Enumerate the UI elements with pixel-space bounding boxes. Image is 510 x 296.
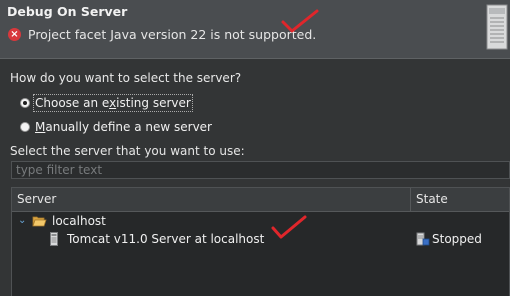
server-banner-icon: [486, 4, 508, 50]
selection-prompt: How do you want to select the server?: [10, 71, 242, 85]
tree-group-label[interactable]: localhost: [52, 212, 106, 230]
dialog-title: Debug On Server: [7, 4, 128, 19]
tree-row-tomcat[interactable]: Tomcat v11.0 Server at localhost Stopped: [12, 230, 509, 248]
tree-row-localhost[interactable]: ⌄ localhost: [12, 212, 509, 230]
red-check-annotation: [281, 9, 319, 33]
error-icon: ×: [8, 28, 21, 41]
folder-open-icon: [32, 216, 47, 227]
column-header-server[interactable]: Server: [12, 188, 411, 211]
column-header-state[interactable]: State: [411, 188, 509, 211]
radio-label-existing[interactable]: Choose an existing server: [33, 94, 193, 112]
error-message: Project facet Java version 22 is not sup…: [28, 27, 317, 42]
stopped-state-icon: [416, 232, 430, 246]
server-name[interactable]: Tomcat v11.0 Server at localhost: [67, 230, 264, 248]
filter-input[interactable]: [11, 161, 510, 179]
table-header: Server State: [12, 188, 509, 212]
radio-label-manual[interactable]: Manually define a new server: [35, 120, 212, 134]
server-state: Stopped: [432, 232, 482, 246]
server-list-label: Select the server that you want to use:: [10, 144, 245, 158]
radio-button-manual[interactable]: [20, 122, 30, 132]
radio-button-existing[interactable]: [20, 98, 30, 108]
dialog-header: Debug On Server × Project facet Java ver…: [0, 0, 510, 59]
radio-existing-server[interactable]: Choose an existing server: [20, 94, 193, 112]
radio-manual-server[interactable]: Manually define a new server: [20, 120, 212, 134]
server-icon: [50, 232, 58, 246]
server-table: Server State ⌄ localhost Tomcat v11.0 Se…: [11, 187, 510, 296]
red-check-annotation-2: [271, 215, 307, 239]
chevron-down-icon[interactable]: ⌄: [18, 212, 26, 230]
